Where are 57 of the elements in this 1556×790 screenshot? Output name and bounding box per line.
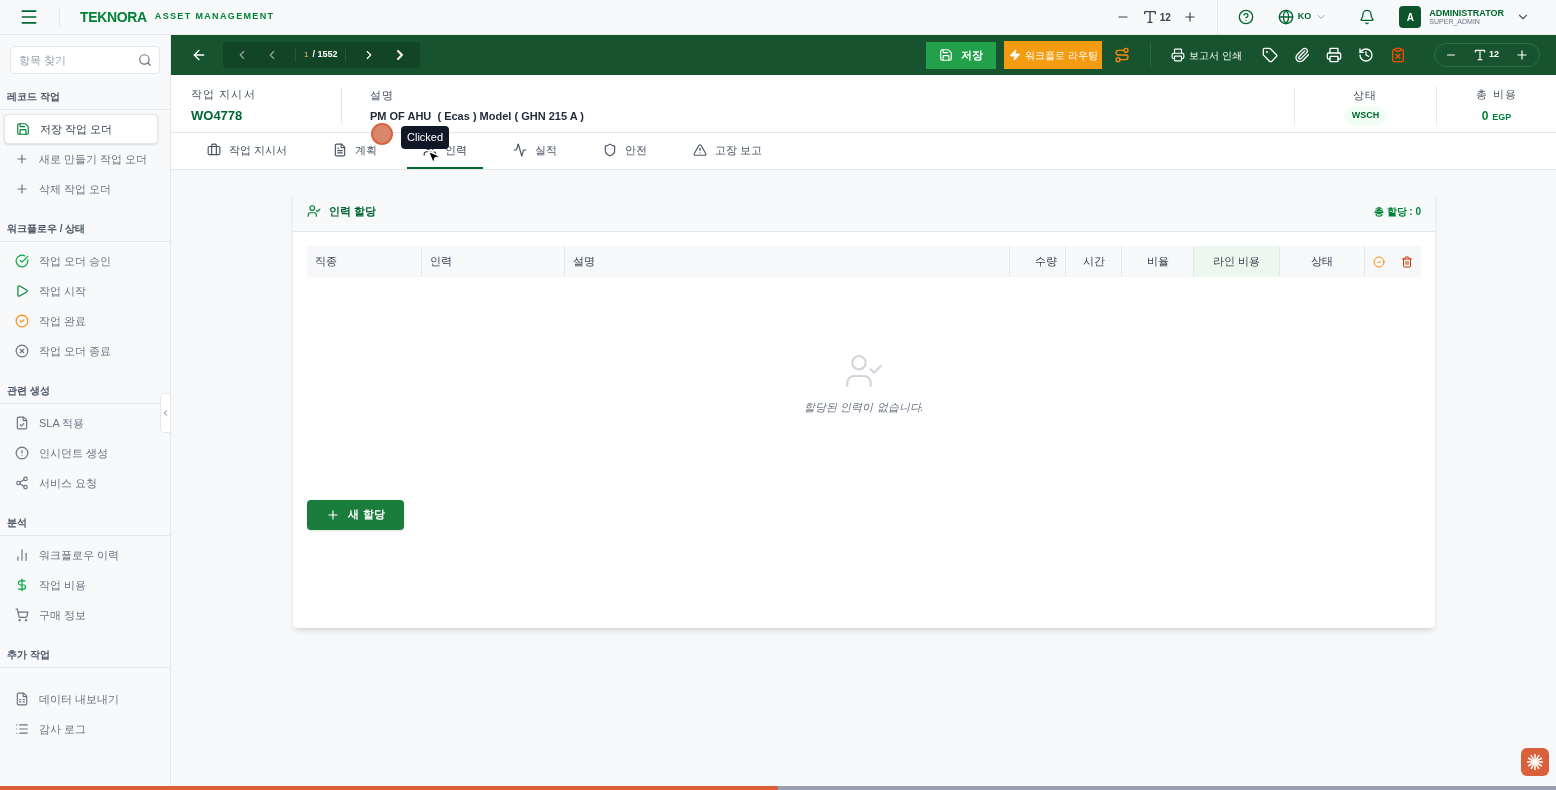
column-header: 수량 xyxy=(1010,246,1066,277)
user-name: ADMINISTRATOR xyxy=(1429,9,1504,18)
current-page[interactable]: 1 xyxy=(304,49,309,61)
status-badge: WSCH xyxy=(1343,107,1388,125)
tab[interactable]: 실적 xyxy=(497,133,574,169)
field-label: 작업 지시서 xyxy=(191,86,257,102)
column-header: 인력 xyxy=(422,246,565,277)
work-order-number: WO4778 xyxy=(191,107,244,125)
language-selector[interactable]: KO xyxy=(1277,9,1328,25)
section-title: 추가 작업 xyxy=(0,642,170,668)
section-title: 레코드 작업 xyxy=(0,84,170,110)
column-header: 직종 xyxy=(307,246,422,277)
save-button[interactable]: 저장 xyxy=(926,41,997,69)
sidebar-item[interactable]: 작업 시작 xyxy=(4,276,158,306)
new-assignment-button[interactable]: 새 할당 xyxy=(307,499,404,530)
currency-unit: EGP xyxy=(1492,110,1512,124)
column-header: 라인 비용 xyxy=(1194,246,1280,277)
sidebar-item[interactable]: 새로 만들기 작업 오더 xyxy=(4,144,158,174)
column-header: 설명 xyxy=(565,246,1010,277)
tab[interactable]: 안전 xyxy=(587,133,664,169)
tab[interactable]: 작업 지시서 xyxy=(191,133,304,169)
section-title: 분석 xyxy=(0,510,170,536)
column-header: 상태 xyxy=(1280,246,1365,277)
font-size-value: 12 xyxy=(1489,48,1499,62)
font-size-value: 12 xyxy=(1159,10,1171,25)
description-value: PM OF AHU ( Ecas ) Model ( GHN 215 A ) xyxy=(370,108,585,124)
sidebar-item[interactable]: 저장 작업 오더 xyxy=(4,114,158,144)
sidebar-item[interactable]: 서비스 요청 xyxy=(4,468,158,498)
sidebar-item[interactable]: 워크플로우 이력 xyxy=(4,540,158,570)
tab[interactable]: 계획 xyxy=(317,133,394,169)
card-title: 인력 할당 xyxy=(329,203,377,219)
logo[interactable]: TEKNORA xyxy=(80,6,147,28)
sidebar-item[interactable]: 구매 정보 xyxy=(4,600,158,630)
empty-message: 할당된 인력이 없습니다. xyxy=(804,400,924,415)
page-total: / 1552 xyxy=(312,48,338,62)
field-label: 설명 xyxy=(370,88,396,103)
sidebar-item[interactable]: 삭제 작업 오더 xyxy=(4,174,158,204)
sidebar-item[interactable]: 작업 오더 종료 xyxy=(4,336,158,366)
sidebar-item[interactable]: 작업 오더 승인 xyxy=(4,246,158,276)
print-report-button[interactable]: 보고서 인쇄 xyxy=(1171,47,1242,63)
sidebar-item[interactable]: 작업 비용 xyxy=(4,570,158,600)
column-header: 시간 xyxy=(1066,246,1122,277)
sidebar-item[interactable]: 데이터 내보내기 xyxy=(4,684,158,714)
total-assigned: 총 할당 : 0 xyxy=(1373,204,1421,219)
section-title: 워크플로우 / 상태 xyxy=(0,216,170,242)
field-label: 총 비용 xyxy=(1476,87,1517,103)
user-avatar[interactable]: A xyxy=(1399,6,1422,28)
sidebar-item[interactable]: 작업 완료 xyxy=(4,306,158,336)
tab[interactable]: 고장 보고 xyxy=(677,133,779,169)
search-field[interactable]: 항목 찾기 xyxy=(10,46,160,74)
tooltip: Clicked xyxy=(401,126,450,149)
total-cost-value: 0 xyxy=(1481,107,1489,125)
sidebar-item[interactable]: SLA 적용 xyxy=(4,408,158,438)
sidebar-item[interactable]: 인시던트 생성 xyxy=(4,438,158,468)
sidebar-item[interactable]: 감사 로그 xyxy=(4,714,158,744)
app-subtitle: ASSET MANAGEMENT xyxy=(154,10,275,24)
field-label: 상태 xyxy=(1353,87,1378,103)
